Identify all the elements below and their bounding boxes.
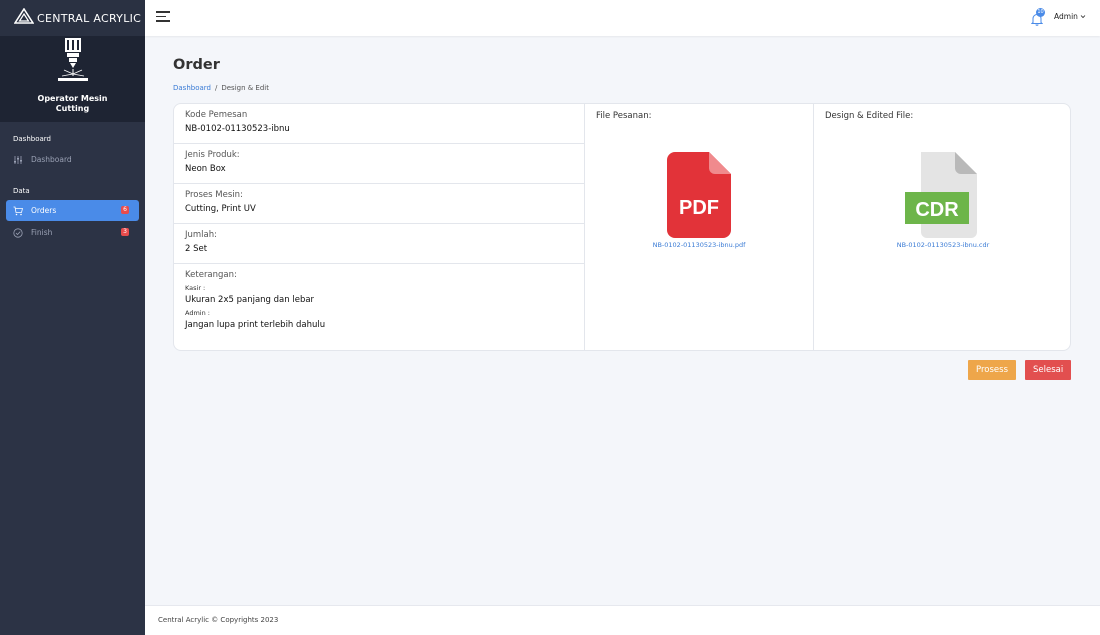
triangle-logo-icon bbox=[13, 7, 35, 28]
admin-note: Jangan lupa print terlebih dahulu bbox=[185, 320, 326, 330]
order-info-column: Kode Pemesan NB-0102-01130523-ibnu Jenis… bbox=[174, 104, 585, 350]
selesai-button[interactable]: Selesai bbox=[1025, 360, 1071, 380]
cdr-file-icon[interactable]: CDR bbox=[905, 152, 981, 238]
sidebar-item-label: Orders bbox=[31, 206, 57, 215]
page-title: Order bbox=[173, 57, 220, 73]
field-value: NB-0102-01130523-ibnu bbox=[185, 124, 290, 134]
sidebar-item-finish[interactable]: Finish 3 bbox=[6, 222, 139, 243]
profile: Operator Mesin Cutting bbox=[0, 36, 145, 122]
brand-name: CENTRAL ACRYLIC bbox=[37, 11, 142, 25]
user-menu[interactable]: Admin bbox=[1054, 12, 1086, 21]
footer: Central Acrylic © Copyrights 2023 bbox=[145, 605, 1100, 635]
nav-section-data: Data bbox=[13, 187, 30, 195]
topbar: 10 Admin bbox=[145, 0, 1100, 36]
hamburger-menu-icon[interactable] bbox=[156, 11, 170, 23]
footer-copyright: Central Acrylic © Copyrights 2023 bbox=[158, 616, 279, 624]
sidebar-item-label: Finish bbox=[31, 228, 53, 237]
design-file-title: Design & Edited File: bbox=[825, 111, 914, 121]
breadcrumb-current: Design & Edit bbox=[221, 84, 269, 92]
sidebar: CENTRAL ACRYLIC Operator Mesin Cutting D… bbox=[0, 0, 145, 635]
sidebar-item-dashboard[interactable]: Dashboard bbox=[6, 149, 139, 170]
breadcrumb-home[interactable]: Dashboard bbox=[173, 84, 211, 92]
field-keterangan: Keterangan: Kasir : Ukuran 2x5 panjang d… bbox=[174, 264, 584, 330]
cart-icon bbox=[13, 206, 23, 216]
field-label: Kode Pemesan bbox=[185, 110, 248, 120]
field-jumlah: Jumlah: 2 Set bbox=[174, 224, 584, 264]
field-label: Jumlah: bbox=[185, 230, 217, 240]
breadcrumb-separator: / bbox=[214, 84, 218, 92]
admin-label: Admin : bbox=[185, 309, 210, 317]
chevron-down-icon bbox=[1080, 12, 1086, 21]
orders-count-badge: 6 bbox=[121, 206, 129, 214]
field-value: Neon Box bbox=[185, 164, 226, 174]
laser-cutter-icon bbox=[56, 38, 90, 88]
field-kode-pemesan: Kode Pemesan NB-0102-01130523-ibnu bbox=[174, 104, 584, 144]
file-pesanan-column: File Pesanan: PDF NB-0102-01130523-ibnu.… bbox=[585, 104, 814, 350]
design-file-column: Design & Edited File: CDR NB-0102-011305… bbox=[814, 104, 1070, 350]
pdf-file-icon[interactable]: PDF bbox=[667, 152, 731, 238]
kasir-note: Ukuran 2x5 panjang dan lebar bbox=[185, 295, 315, 305]
order-detail-card: Kode Pemesan NB-0102-01130523-ibnu Jenis… bbox=[173, 103, 1071, 351]
field-value: 2 Set bbox=[185, 244, 208, 254]
field-proses-mesin: Proses Mesin: Cutting, Print UV bbox=[174, 184, 584, 224]
check-circle-icon bbox=[13, 227, 23, 238]
profile-name: Operator Mesin Cutting bbox=[37, 94, 108, 113]
finish-count-badge: 3 bbox=[121, 228, 129, 236]
breadcrumb: Dashboard / Design & Edit bbox=[173, 84, 269, 92]
field-jenis-produk: Jenis Produk: Neon Box bbox=[174, 144, 584, 184]
cdr-icon-text: CDR bbox=[915, 199, 959, 221]
proses-button[interactable]: Prosess bbox=[968, 360, 1016, 380]
user-name: Admin bbox=[1054, 12, 1078, 21]
brand[interactable]: CENTRAL ACRYLIC bbox=[0, 0, 145, 36]
field-value: Cutting, Print UV bbox=[185, 204, 256, 214]
field-label: Proses Mesin: bbox=[185, 190, 243, 200]
sliders-icon bbox=[13, 155, 23, 165]
sidebar-item-orders[interactable]: Orders 6 bbox=[6, 200, 139, 221]
design-file-link[interactable]: NB-0102-01130523-ibnu.cdr bbox=[814, 241, 1070, 249]
field-label: Keterangan: bbox=[185, 270, 237, 280]
file-pesanan-link[interactable]: NB-0102-01130523-ibnu.pdf bbox=[585, 241, 813, 249]
nav-section-dashboard: Dashboard bbox=[13, 135, 51, 143]
sidebar-item-label: Dashboard bbox=[31, 155, 72, 164]
pdf-icon-text: PDF bbox=[679, 197, 719, 219]
notification-badge: 10 bbox=[1036, 8, 1045, 17]
kasir-label: Kasir : bbox=[185, 284, 206, 292]
file-pesanan-title: File Pesanan: bbox=[596, 111, 652, 121]
field-label: Jenis Produk: bbox=[185, 150, 240, 160]
